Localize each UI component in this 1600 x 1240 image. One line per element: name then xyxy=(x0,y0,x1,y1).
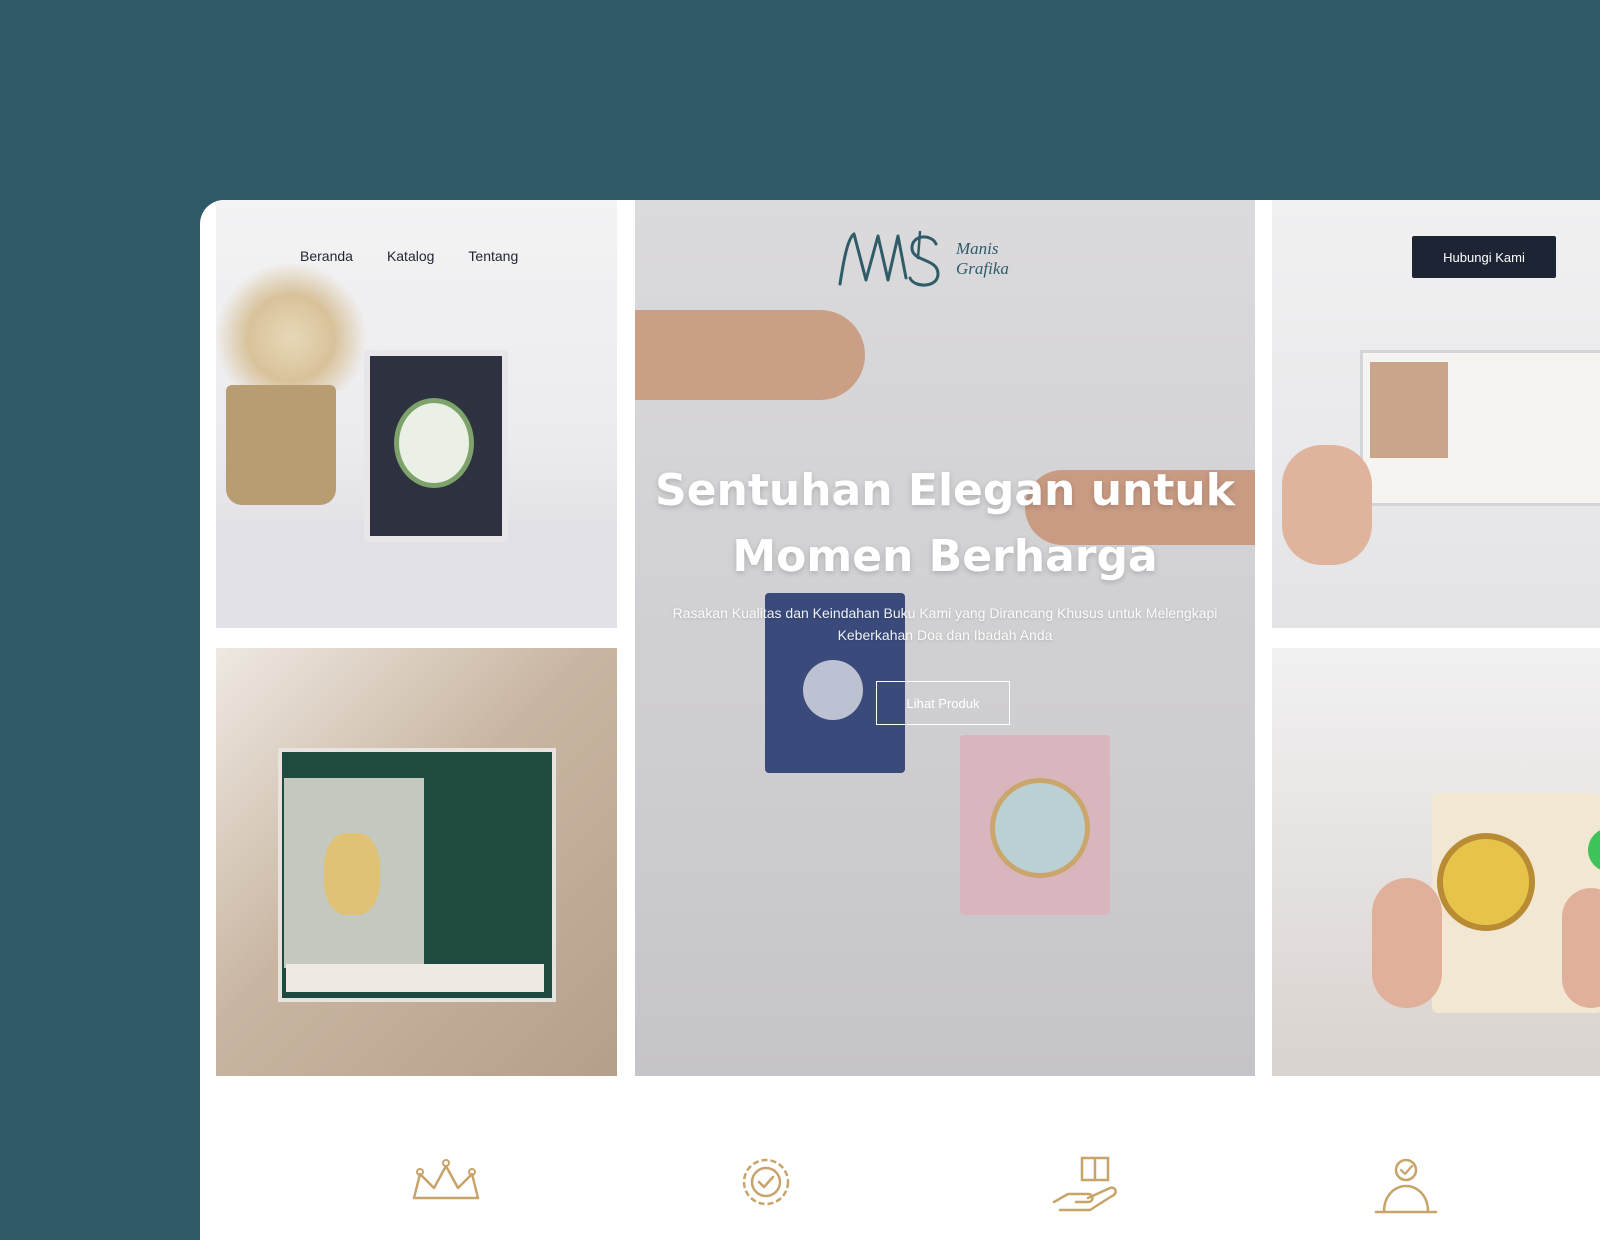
gift-label xyxy=(286,964,544,992)
logo-mark-icon xyxy=(836,228,942,290)
hero-subtitle: Rasakan Kualitas dan Keindahan Buku Kami… xyxy=(672,605,1218,643)
product-emblem xyxy=(394,398,474,488)
holding-hands xyxy=(1282,445,1372,565)
holding-hand-right xyxy=(1562,888,1600,1008)
gold-emblem xyxy=(1437,833,1535,931)
hand-gift-icon xyxy=(1046,1148,1126,1228)
gallery-image-quran-box xyxy=(216,200,617,628)
nav-item-katalog[interactable]: Katalog xyxy=(387,248,434,264)
website-window: Beranda Katalog Tentang Manis Grafika Hu… xyxy=(200,200,1600,1240)
hero-title-line1: Sentuhan Elegan untuk xyxy=(655,465,1235,516)
gallery-image-gold-book xyxy=(1272,648,1600,1076)
view-products-button[interactable]: Lihat Produk xyxy=(876,681,1010,725)
plant-pot xyxy=(226,385,336,505)
features-row xyxy=(200,1148,1600,1240)
nav-item-beranda[interactable]: Beranda xyxy=(300,248,353,264)
holding-hand-left xyxy=(1372,878,1442,1008)
logo-text-line2: Grafika xyxy=(956,259,1009,278)
brand-logo[interactable]: Manis Grafika xyxy=(836,228,1009,290)
gift-emblem xyxy=(324,833,380,915)
person-check-icon xyxy=(1366,1148,1446,1228)
crown-icon xyxy=(406,1148,486,1228)
contact-button[interactable]: Hubungi Kami xyxy=(1412,236,1556,278)
hero-title-line2: Momen Berharga xyxy=(732,531,1158,582)
gallery-image-gift-set xyxy=(216,648,617,1076)
main-nav: Beranda Katalog Tentang xyxy=(300,248,518,264)
logo-text-line1: Manis xyxy=(956,239,999,258)
portrait-photo xyxy=(1370,362,1448,458)
hero-title: Sentuhan Elegan untuk Momen Berharga xyxy=(635,458,1255,590)
flower-decoration xyxy=(216,260,366,390)
nav-item-tentang[interactable]: Tentang xyxy=(468,248,518,264)
badge-check-icon xyxy=(726,1148,806,1228)
hero-text-block: Sentuhan Elegan untuk Momen Berharga Ras… xyxy=(635,458,1255,646)
logo-text: Manis Grafika xyxy=(956,239,1009,279)
